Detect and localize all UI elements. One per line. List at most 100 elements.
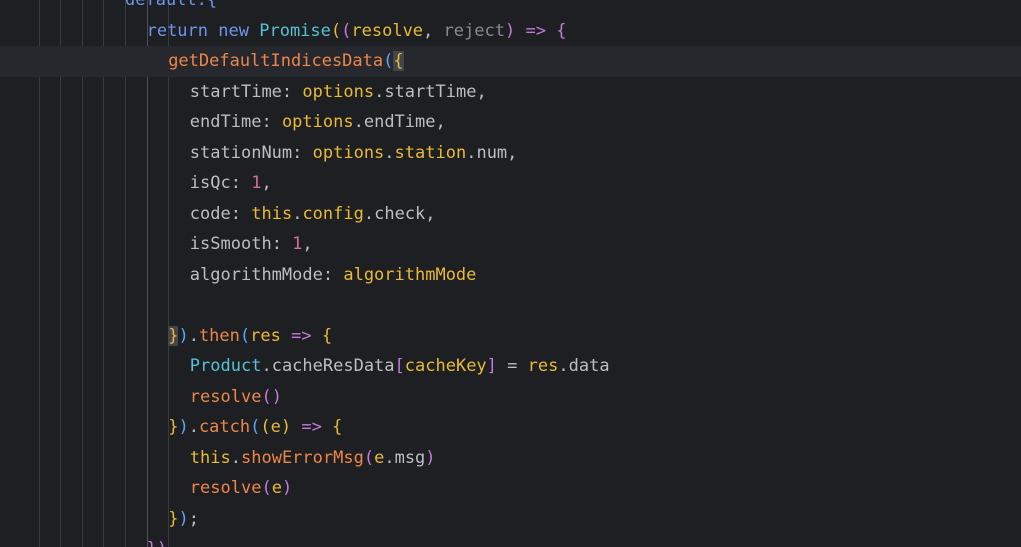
code-token: . [353,112,364,132]
code-token: e [374,447,385,468]
code-token: ) [425,447,436,468]
code-token: { [393,51,404,71]
code-token: . [466,142,477,163]
code-token: Product [189,356,262,376]
code-editor[interactable]: default.{return new Promise((resolve, re… [0,0,1021,547]
code-token: ( [261,478,272,498]
code-token: algorithmMode [343,264,477,285]
code-token: resolve [351,20,424,41]
code-token: . [384,142,395,163]
code-token: , [507,142,518,163]
code-token: resolve [189,386,262,407]
code-token: this [189,447,231,468]
code-token: ( [239,325,251,346]
code-token: cacheResData [271,356,395,376]
code-token: ( [383,51,394,71]
code-token: ( [260,417,271,437]
code-line[interactable]: return new Promise((resolve, reject) => … [0,16,1021,47]
code-token: { [556,20,567,41]
code-line[interactable]: this.showErrorMsg(e.msg) [0,443,1021,474]
code-token: endTime [363,112,436,132]
code-line[interactable] [0,290,1021,321]
code-token: ) [504,20,516,41]
code-line[interactable]: isSmooth: 1, [0,229,1021,260]
code-token: msg [394,447,426,468]
code-token: { [321,325,333,346]
code-token: cacheKey [404,356,487,376]
code-token: this [251,203,293,224]
code-token: algorithmMode [189,264,323,285]
code-token: showErrorMsg [241,447,364,468]
code-token: . [292,203,303,224]
code-token: ) [281,478,293,498]
code-token: => [301,417,322,437]
code-token: config [302,203,364,224]
code-token: ( [330,20,342,41]
code-token: ( [363,447,375,468]
code-token: } [168,508,179,529]
code-line[interactable]: }).catch((e) => { [0,412,1021,443]
code-token: ( [250,417,261,437]
code-line[interactable]: resolve() [0,382,1021,413]
code-line[interactable]: algorithmMode: algorithmMode [0,260,1021,291]
code-token: options [302,81,375,102]
code-line[interactable]: default.{ [0,0,1021,16]
code-token: { [332,417,343,437]
code-line[interactable]: isQc: 1, [0,168,1021,199]
code-token: () [261,386,282,407]
code-token: , [423,20,444,41]
code-line[interactable]: resolve(e) [0,473,1021,504]
code-line[interactable]: Product.cacheResData[cacheKey] = res.dat… [0,351,1021,382]
code-token: getDefaultIndicesData [168,51,384,71]
code-token: : [292,142,313,163]
code-token: options [312,142,385,163]
code-token: . [558,356,569,376]
code-token: isSmooth [189,234,272,254]
code-token: . [363,203,375,224]
code-token: . [261,356,272,376]
code-token: isQc [189,173,231,193]
code-token: ) [178,325,189,346]
code-token: default.{ [125,0,218,10]
code-token: e [271,478,282,498]
code-token: => [291,325,312,346]
code-token: : [230,203,252,224]
code-token: e [270,417,281,437]
code-token: code [189,203,231,224]
code-token: : [261,112,282,132]
code-token: resolve [189,478,262,498]
code-token: : [281,81,303,102]
code-token: stationNum [189,142,293,163]
code-token: startTime [384,81,477,102]
code-token: catch [198,417,251,437]
code-line[interactable]: }).then(res => { [0,321,1021,352]
code-token: reject [443,20,505,41]
code-token: check [374,203,426,224]
code-line[interactable]: endTime: options.endTime, [0,107,1021,138]
code-token: . [188,417,199,437]
code-token: . [384,447,395,468]
code-line[interactable]: code: this.config.check, [0,199,1021,230]
code-token: ) [178,508,189,529]
code-token: , [425,203,436,224]
code-token: , [261,173,272,193]
code-token: ] [486,356,497,376]
code-token: . [374,81,385,102]
code-token: : [230,173,252,193]
code-line[interactable]: }); [0,504,1021,535]
code-line[interactable]: stationNum: options.station.num, [0,138,1021,169]
code-line[interactable]: getDefaultIndicesData({ [0,46,1021,77]
code-token: Promise [259,20,331,41]
code-line[interactable]: startTime: options.startTime, [0,77,1021,108]
code-line[interactable]: }) [0,534,1021,547]
code-token: ) [280,417,292,437]
code-token: } [168,417,179,437]
